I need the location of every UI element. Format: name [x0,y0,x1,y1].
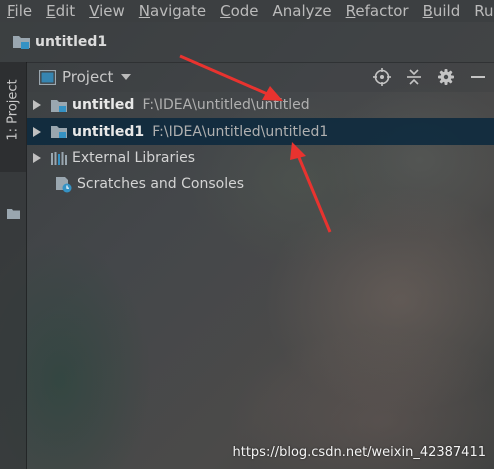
menu-analyze[interactable]: Analyze [266,0,339,22]
panel-toolbar [360,62,488,92]
project-folder-icon [12,33,32,51]
settings-gear-icon[interactable] [436,67,456,87]
tree-row-untitled[interactable]: untitled F:\IDEA\untitled\untitled [27,92,494,118]
module-folder-icon [50,123,68,140]
collapse-all-icon[interactable] [404,67,424,87]
module-name: untitled [72,97,135,113]
menu-run[interactable]: Ru [467,0,494,22]
library-icon [50,150,68,167]
menu-file[interactable]: File [0,0,39,22]
expand-arrow-icon[interactable] [33,126,41,137]
project-tree: untitled F:\IDEA\untitled\untitled untit… [27,92,494,197]
project-view-icon [38,69,57,85]
menu-navigate[interactable]: Navigate [132,0,213,22]
module-name: untitled1 [72,123,145,140]
navbar-project-name[interactable]: untitled1 [35,34,107,50]
watermark: https://blog.csdn.net/weixin_42387411 [232,445,486,460]
external-libraries-label: External Libraries [72,150,195,166]
module-path: F:\IDEA\untitled\untitled1 [152,123,329,140]
project-tool-tab[interactable]: 1: Project [0,62,26,172]
menu-code[interactable]: Code [213,0,265,22]
menu-bar: File Edit View Navigate Code Analyze Ref… [0,0,494,22]
locate-target-icon[interactable] [372,67,392,87]
expand-arrow-icon[interactable] [33,153,41,163]
scratches-icon [55,176,73,193]
menu-edit[interactable]: Edit [39,0,82,22]
module-path: F:\IDEA\untitled\untitled [142,97,310,113]
menu-build[interactable]: Build [416,0,468,22]
project-tab-label: 1: Project [5,79,21,141]
menu-view[interactable]: View [82,0,132,22]
tool-window-strip: 1: Project [0,62,27,469]
project-view-selector[interactable]: Project [62,68,113,86]
menu-refactor[interactable]: Refactor [339,0,416,22]
tree-row-untitled1[interactable]: untitled1 F:\IDEA\untitled\untitled1 [27,118,494,145]
chevron-down-icon[interactable] [121,74,132,80]
tree-row-scratches[interactable]: Scratches and Consoles [27,171,494,197]
project-panel-header: Project [27,62,494,92]
scratches-label: Scratches and Consoles [77,176,244,192]
folder-icon[interactable] [7,204,20,219]
navigation-bar: untitled1 [0,22,494,63]
ide-window: File Edit View Navigate Code Analyze Ref… [0,0,494,469]
tree-row-external-libraries[interactable]: External Libraries [27,145,494,171]
module-folder-icon [50,97,68,114]
expand-arrow-icon[interactable] [33,100,41,110]
hide-minimize-icon[interactable] [468,67,488,87]
